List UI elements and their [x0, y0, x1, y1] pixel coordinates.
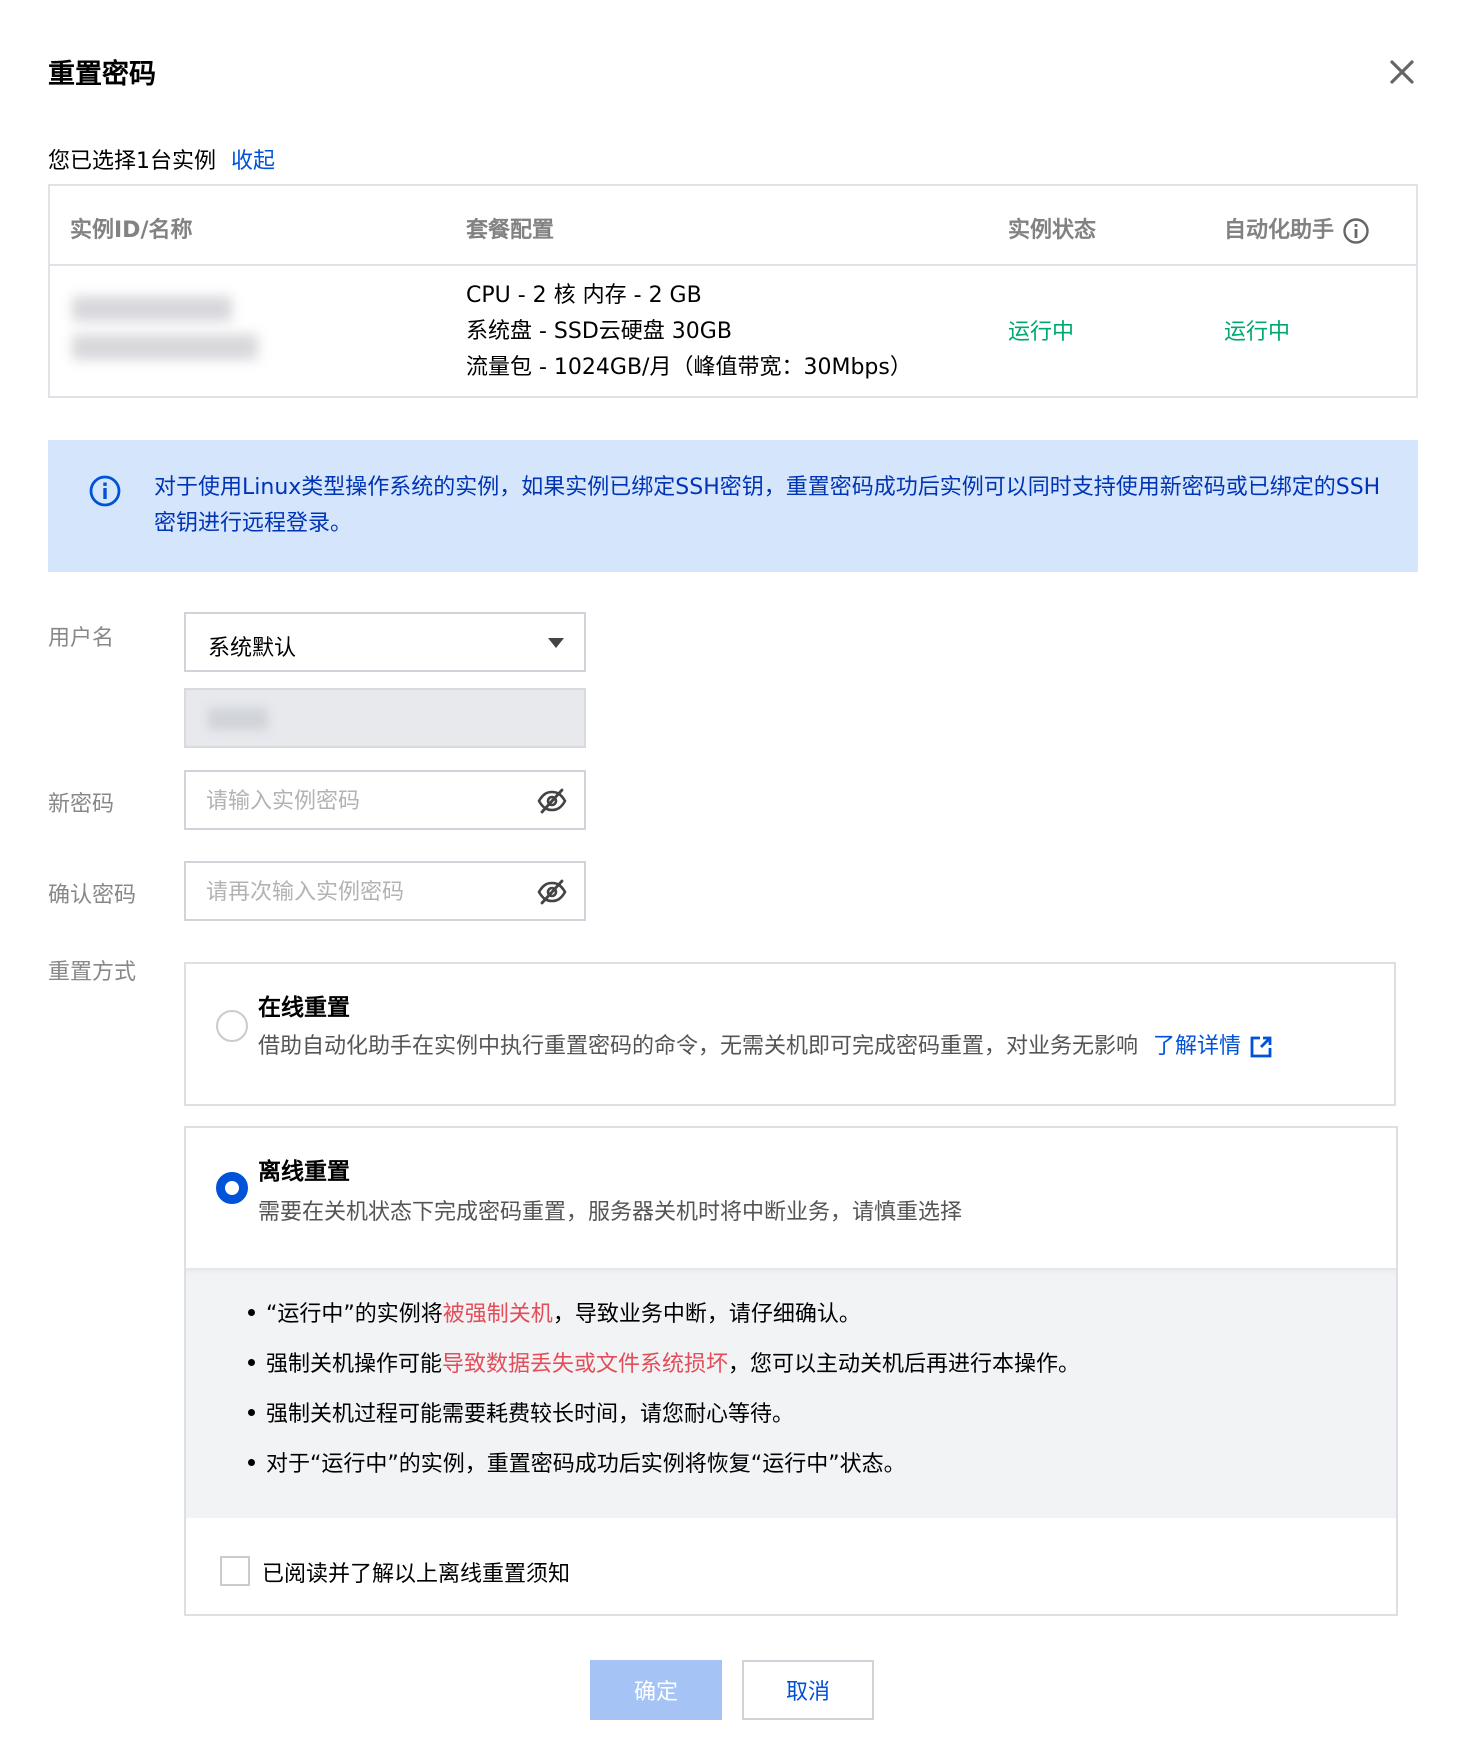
instance-id-redacted: [72, 296, 232, 322]
online-reset-title: 在线重置: [258, 995, 350, 1021]
online-reset-radio[interactable]: [216, 1010, 248, 1042]
collapse-link[interactable]: 收起: [231, 149, 275, 174]
new-password-field: [184, 770, 586, 830]
column-header-spec: 套餐配置: [466, 218, 555, 243]
close-icon[interactable]: [1384, 54, 1420, 90]
new-password-input[interactable]: [206, 784, 526, 818]
spec-cell: CPU - 2 核 内存 - 2 GB 系统盘 - SSD云硬盘 30GB 流量…: [466, 278, 912, 386]
eye-off-icon[interactable]: [536, 788, 568, 814]
spec-cpu-memory: CPU - 2 核 内存 - 2 GB: [466, 283, 702, 308]
column-header-instance: 实例ID/名称: [70, 218, 193, 243]
online-reset-description: 借助自动化助手在实例中执行重置密码的命令，无需关机即可完成密码重置，对业务无影响…: [258, 1028, 1273, 1060]
warning-item: “运行中”的实例将被强制关机，导致业务中断，请仔细确认。: [248, 1296, 861, 1328]
cancel-button[interactable]: 取消: [742, 1660, 874, 1720]
offline-reset-title: 离线重置: [258, 1159, 350, 1185]
dialog-title: 重置密码: [48, 59, 156, 90]
username-redacted: [208, 708, 268, 730]
acknowledge-label[interactable]: 已阅读并了解以上离线重置须知: [262, 1556, 570, 1588]
confirm-password-label: 确认密码: [48, 883, 137, 908]
offline-reset-radio[interactable]: [216, 1172, 248, 1204]
external-link-icon[interactable]: [1249, 1035, 1273, 1059]
offline-reset-description: 需要在关机状态下完成密码重置，服务器关机时将中断业务，请慎重选择: [258, 1200, 963, 1225]
username-readonly-field: [184, 688, 586, 748]
eye-off-icon[interactable]: [536, 879, 568, 905]
online-reset-desc-text: 借助自动化助手在实例中执行重置密码的命令，无需关机即可完成密码重置，对业务无影响: [258, 1034, 1139, 1059]
instance-name-redacted: [72, 334, 258, 360]
confirm-button[interactable]: 确定: [590, 1660, 722, 1720]
info-notice: 对于使用Linux类型操作系统的实例，如果实例已绑定SSH密钥，重置密码成功后实…: [48, 440, 1418, 572]
confirm-password-input[interactable]: [206, 875, 526, 909]
column-header-status: 实例状态: [1008, 218, 1097, 243]
warning-item: 强制关机过程可能需要耗费较长时间，请您耐心等待。: [247, 1396, 794, 1428]
close-button[interactable]: [1384, 54, 1420, 90]
instance-table: 实例ID/名称 套餐配置 实例状态 自动化助手 CPU - 2 核 内存 - 2…: [48, 184, 1418, 398]
new-password-label: 新密码: [48, 792, 115, 817]
offline-reset-option[interactable]: 离线重置 需要在关机状态下完成密码重置，服务器关机时将中断业务，请慎重选择 “运…: [184, 1126, 1398, 1616]
automation-status: 运行中: [1224, 320, 1291, 345]
column-header-automation-label: 自动化助手: [1224, 218, 1335, 243]
spec-disk: 系统盘 - SSD云硬盘 30GB: [466, 319, 732, 344]
online-reset-option[interactable]: 在线重置 借助自动化助手在实例中执行重置密码的命令，无需关机即可完成密码重置，对…: [184, 962, 1396, 1106]
notice-text: 对于使用Linux类型操作系统的实例，如果实例已绑定SSH密钥，重置密码成功后实…: [154, 475, 1381, 536]
learn-more-link[interactable]: 了解详情: [1153, 1034, 1241, 1059]
spec-traffic: 流量包 - 1024GB/月（峰值带宽：30Mbps）: [466, 355, 912, 380]
confirm-password-field: [184, 861, 586, 921]
username-label: 用户名: [48, 626, 115, 651]
offline-warning-box: “运行中”的实例将被强制关机，导致业务中断，请仔细确认。 强制关机操作可能导致数…: [186, 1268, 1396, 1518]
info-icon: [89, 475, 121, 507]
warning-item: 强制关机操作可能导致数据丢失或文件系统损坏，您可以主动关机后再进行本操作。: [247, 1346, 1080, 1378]
table-header: 实例ID/名称 套餐配置 实例状态 自动化助手: [50, 186, 1416, 266]
instance-status: 运行中: [1008, 320, 1075, 345]
column-header-automation: 自动化助手: [1224, 212, 1370, 245]
username-value: 系统默认: [208, 636, 297, 661]
info-icon[interactable]: [1342, 217, 1370, 245]
reset-mode-label: 重置方式: [48, 960, 137, 985]
warning-item: 对于“运行中”的实例，重置密码成功后实例将恢复“运行中”状态。: [248, 1446, 906, 1478]
acknowledge-checkbox[interactable]: [220, 1556, 250, 1586]
username-select[interactable]: 系统默认: [184, 612, 586, 672]
selection-summary: 您已选择1台实例 收起: [48, 143, 275, 175]
selection-text: 您已选择1台实例: [48, 149, 216, 174]
caret-down-icon: [548, 638, 564, 648]
